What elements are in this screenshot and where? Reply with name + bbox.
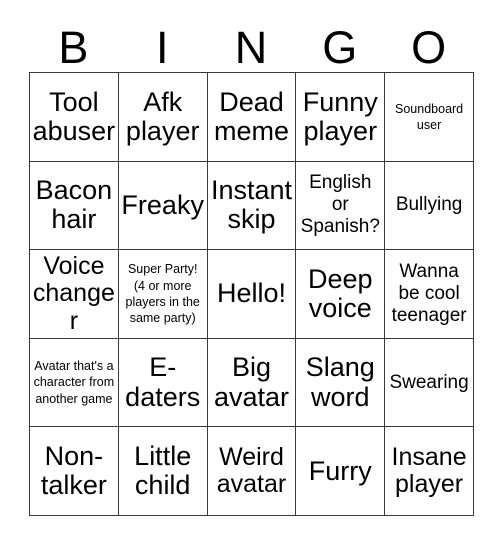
bingo-cell[interactable]: Afk player bbox=[117, 72, 208, 162]
table-row: Bacon hair Freaky Instant skip English o… bbox=[29, 160, 474, 251]
bingo-cell[interactable]: Insane player bbox=[384, 426, 474, 516]
bingo-cell[interactable]: Bullying bbox=[384, 160, 474, 251]
bingo-cell[interactable]: Little child bbox=[117, 426, 208, 516]
bingo-cell-label: Bacon hair bbox=[35, 175, 113, 235]
bingo-cell-label: Deep voice bbox=[308, 263, 373, 323]
bingo-cell[interactable]: Instant skip bbox=[206, 160, 297, 251]
bingo-cell[interactable]: Super Party! (4 or more players in the s… bbox=[117, 249, 208, 339]
bingo-cell[interactable]: E-daters bbox=[117, 337, 208, 428]
bingo-cell[interactable]: Voice changer bbox=[29, 249, 119, 339]
bingo-cell-label: Swearing bbox=[389, 371, 469, 393]
bingo-cell-label: Slang word bbox=[305, 352, 375, 412]
bingo-cell-label: Non-talker bbox=[40, 441, 107, 501]
header-letter-g: G bbox=[322, 22, 358, 73]
bingo-cell[interactable]: Bacon hair bbox=[29, 160, 119, 251]
bingo-cell-label: Hello! bbox=[216, 278, 286, 309]
bingo-cell-label: Wanna be cool teenager bbox=[391, 260, 467, 326]
bingo-cell-label: Bullying bbox=[395, 194, 463, 216]
bingo-cell[interactable]: Weird avatar bbox=[206, 426, 297, 516]
bingo-cell-label: Furry bbox=[308, 455, 372, 486]
bingo-cell[interactable]: Soundboard user bbox=[384, 72, 474, 162]
bingo-cell-label: Weird avatar bbox=[216, 442, 287, 499]
bingo-cell-label: Big avatar bbox=[213, 352, 290, 412]
bingo-cell[interactable]: Dead meme bbox=[206, 72, 297, 162]
bingo-cell-label: Funny player bbox=[302, 86, 378, 146]
bingo-cell[interactable]: Tool abuser bbox=[29, 72, 119, 162]
bingo-cell[interactable]: Freaky bbox=[117, 160, 208, 251]
bingo-cell-label: Instant skip bbox=[210, 175, 293, 235]
bingo-cell[interactable]: Swearing bbox=[384, 337, 474, 428]
bingo-grid: Tool abuser Afk player Dead meme Funny p… bbox=[29, 72, 474, 516]
bingo-cell-label: Insane player bbox=[391, 442, 467, 499]
header-letter-b: B bbox=[58, 22, 89, 73]
bingo-cell[interactable]: Deep voice bbox=[295, 249, 386, 339]
header-letter-o: O bbox=[411, 22, 447, 73]
bingo-cell-label: Dead meme bbox=[213, 86, 289, 146]
bingo-cell[interactable]: English or Spanish? bbox=[295, 160, 386, 251]
bingo-cell-label: Voice changer bbox=[32, 251, 115, 335]
table-row: Voice changer Super Party! (4 or more pl… bbox=[29, 249, 474, 339]
bingo-cell-label: English or Spanish? bbox=[300, 172, 380, 238]
table-row: Tool abuser Afk player Dead meme Funny p… bbox=[29, 72, 474, 162]
bingo-cell-label: Avatar that's a character from another g… bbox=[33, 359, 115, 406]
bingo-header-row: B I N G O bbox=[29, 10, 473, 72]
bingo-cell[interactable]: Big avatar bbox=[206, 337, 297, 428]
bingo-cell-label: Soundboard user bbox=[395, 101, 464, 132]
bingo-cell[interactable]: Furry bbox=[295, 426, 386, 516]
bingo-cell[interactable]: Avatar that's a character from another g… bbox=[29, 337, 119, 428]
bingo-cell[interactable]: Wanna be cool teenager bbox=[384, 249, 474, 339]
bingo-cell-label: Super Party! (4 or more players in the s… bbox=[125, 262, 200, 326]
bingo-cell[interactable]: Slang word bbox=[295, 337, 386, 428]
bingo-cell-label: Freaky bbox=[121, 189, 204, 220]
bingo-cell-label: Tool abuser bbox=[32, 86, 116, 146]
bingo-cell-label: Little child bbox=[134, 441, 192, 501]
table-row: Avatar that's a character from another g… bbox=[29, 337, 474, 428]
bingo-cell[interactable]: Funny player bbox=[295, 72, 386, 162]
bingo-cell[interactable]: Hello! bbox=[206, 249, 297, 339]
header-letter-n: N bbox=[234, 22, 268, 73]
bingo-card: B I N G O Tool abuser Afk player Dead me… bbox=[29, 10, 474, 516]
table-row: Non-talker Little child Weird avatar Fur… bbox=[29, 426, 474, 516]
bingo-cell[interactable]: Non-talker bbox=[29, 426, 119, 516]
bingo-cell-label: E-daters bbox=[125, 352, 201, 412]
header-letter-i: I bbox=[155, 22, 169, 73]
bingo-cell-label: Afk player bbox=[125, 86, 200, 146]
